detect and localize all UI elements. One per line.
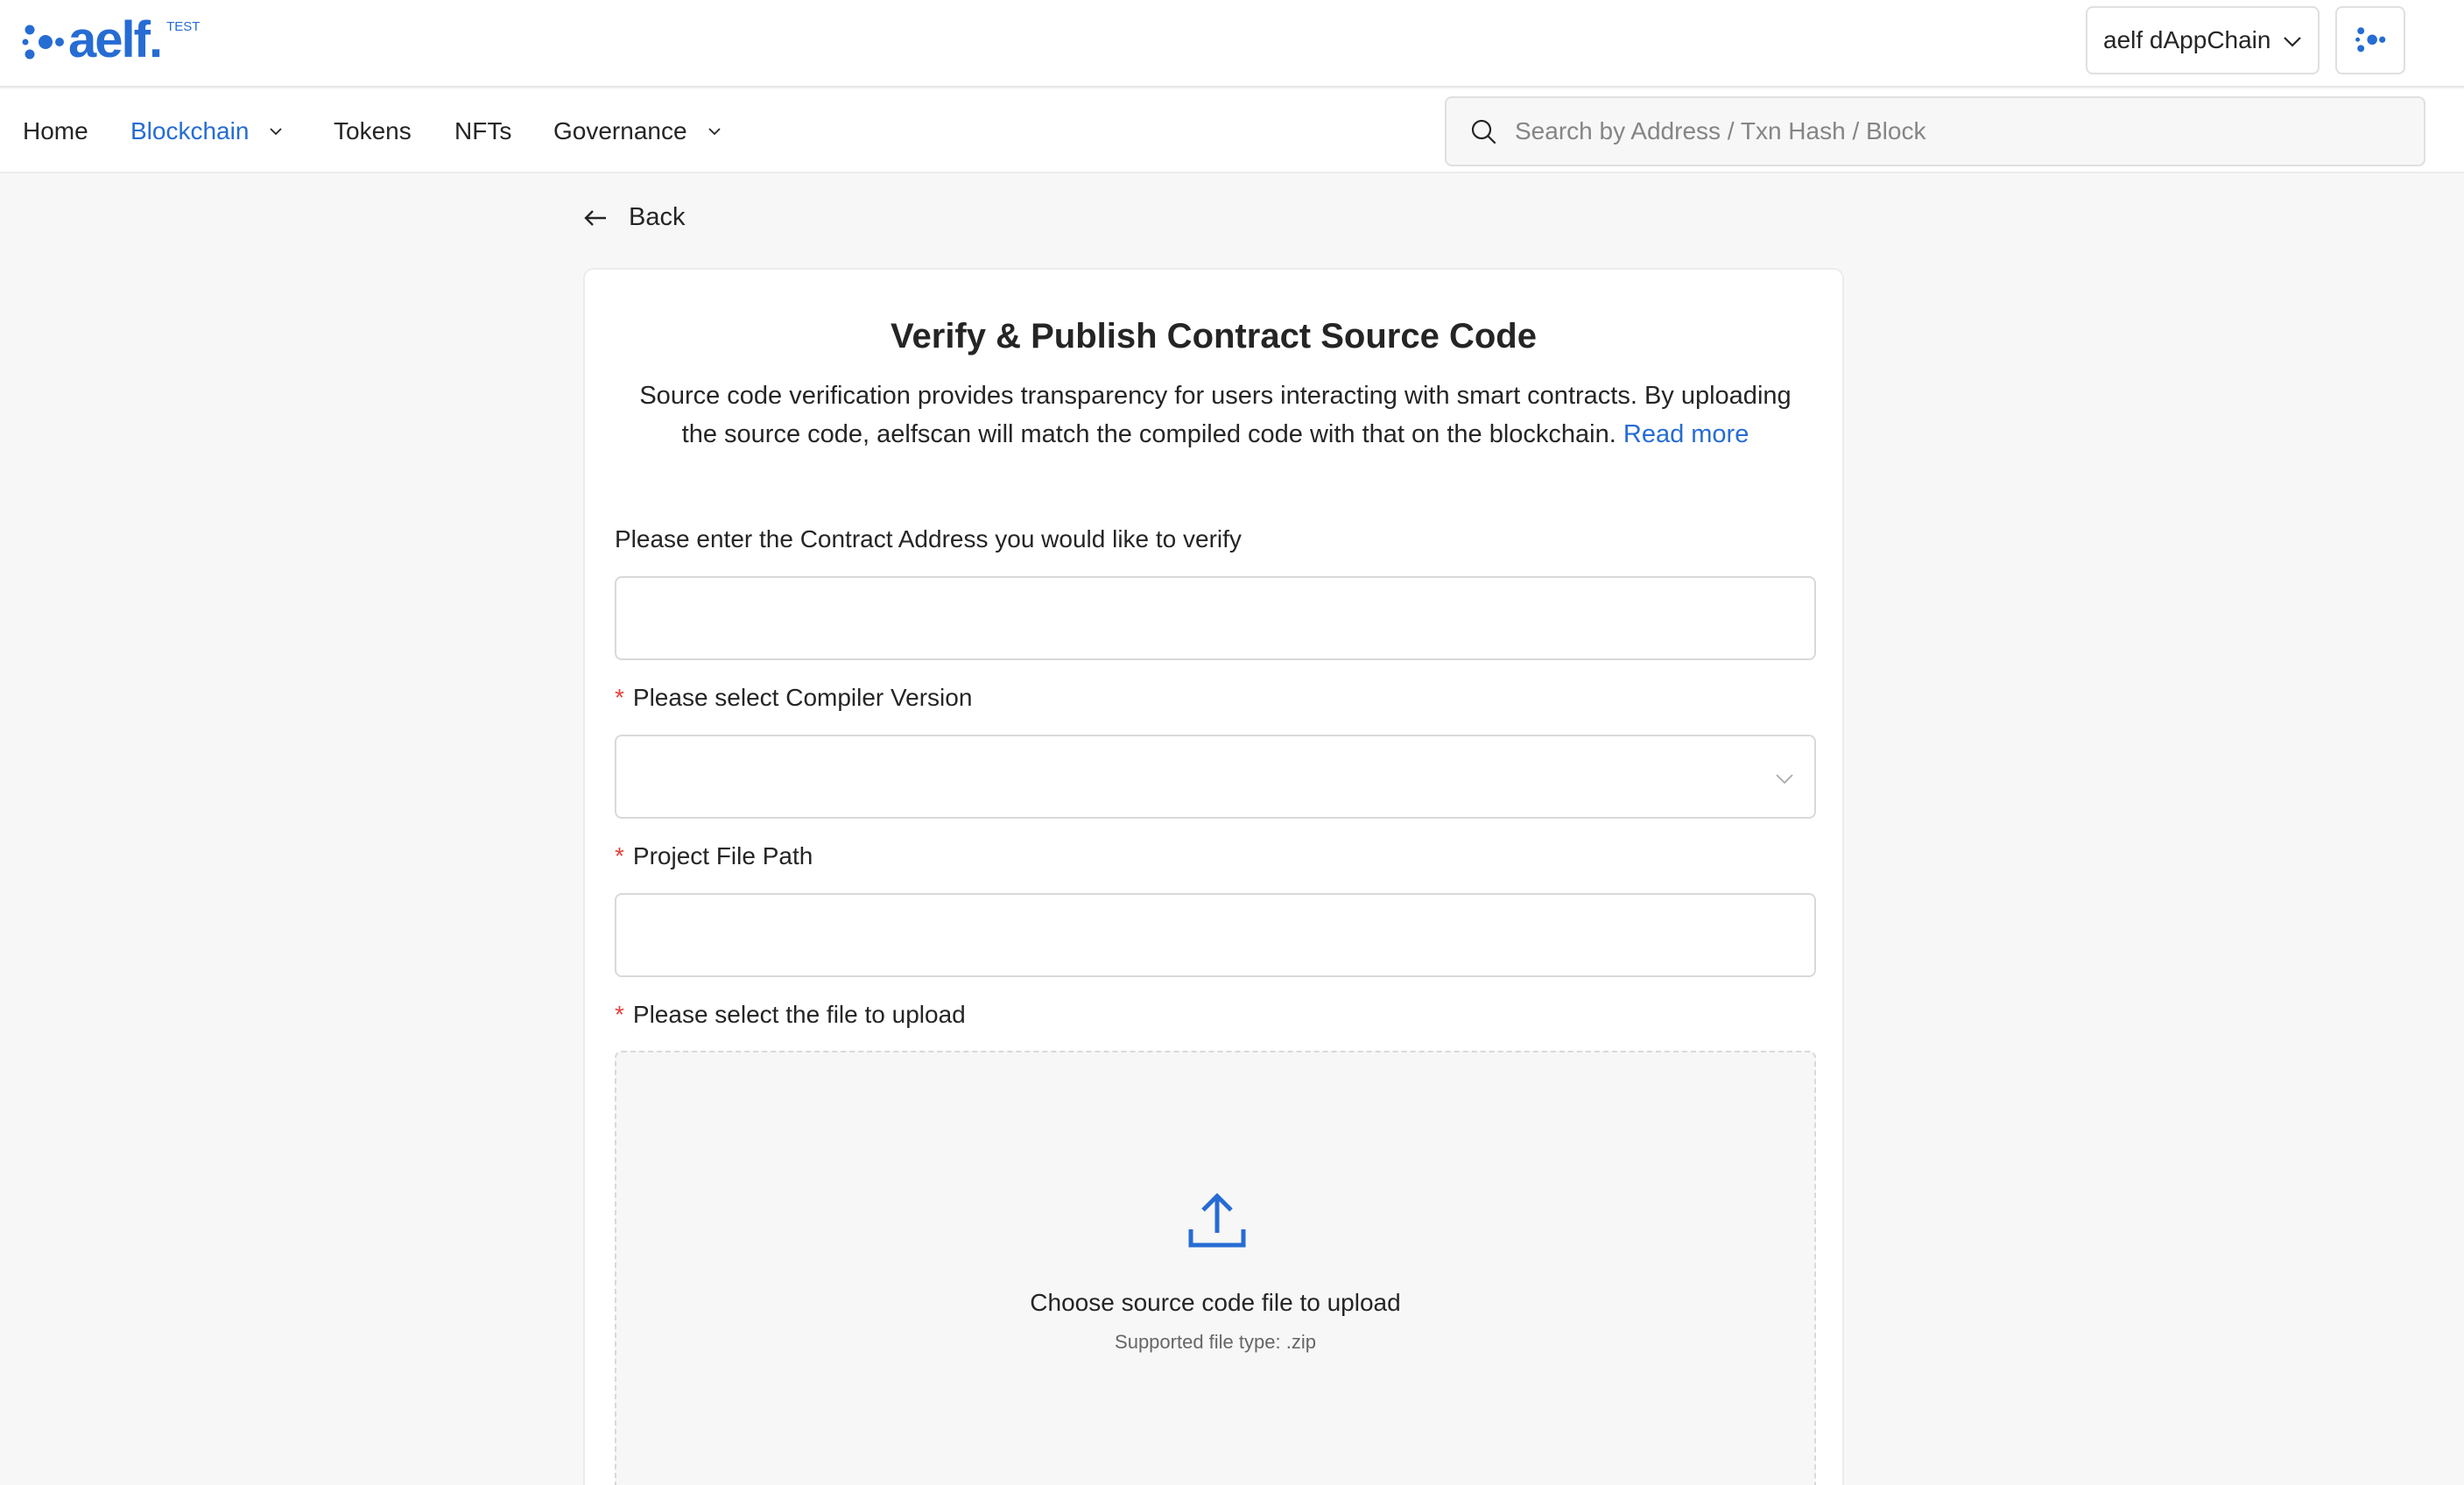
search-bar: [1445, 96, 2425, 166]
file-upload-label-text: Please select the file to upload: [632, 1001, 966, 1028]
contract-address-label-text: Please enter the Contract Address you wo…: [615, 525, 1242, 552]
nav-blockchain-label: Blockchain: [130, 117, 250, 144]
search-icon: [1471, 119, 1496, 144]
project-path-label: * Project File Path: [615, 842, 813, 870]
compiler-version-label: * Please select Compiler Version: [615, 684, 972, 712]
aelf-logo-mark-icon: [22, 25, 64, 60]
network-menu-button[interactable]: [2335, 6, 2405, 74]
search-input[interactable]: [1515, 117, 2424, 145]
compiler-version-label-text: Please select Compiler Version: [632, 684, 973, 711]
nav-home-label: Home: [23, 117, 88, 144]
logo-text: aelf.: [68, 11, 163, 68]
required-mark: *: [615, 1001, 624, 1028]
back-button[interactable]: Back: [583, 203, 685, 232]
compiler-version-select[interactable]: [615, 735, 1816, 819]
project-path-field: [615, 893, 1816, 977]
testnet-tag: TEST: [166, 19, 201, 34]
arrow-left-icon: [584, 209, 606, 226]
required-mark: *: [615, 842, 624, 869]
contract-address-field: [615, 576, 1816, 660]
back-label: Back: [629, 203, 686, 231]
project-path-label-text: Project File Path: [632, 842, 813, 869]
nav-tokens[interactable]: Tokens: [334, 116, 412, 147]
verify-contract-card: Verify & Publish Contract Source Code So…: [583, 268, 1844, 1485]
main-nav: Home Blockchain Tokens NFTs Governance: [0, 89, 2464, 173]
nav-governance[interactable]: Governance: [553, 116, 722, 147]
nav-nfts-label: NFTs: [454, 117, 512, 144]
chain-selector-label: aelf dAppChain: [2103, 26, 2271, 53]
read-more-link[interactable]: Read more: [1623, 420, 1749, 448]
aelf-network-icon: [2355, 27, 2386, 53]
contract-address-label: Please enter the Contract Address you wo…: [615, 525, 1242, 553]
aelf-logo[interactable]: aelf. TEST: [21, 11, 201, 68]
nav-tokens-label: Tokens: [334, 117, 412, 144]
nav-governance-label: Governance: [553, 117, 687, 144]
nav-home[interactable]: Home: [23, 116, 88, 147]
upload-hint: Supported file type: .zip: [1115, 1331, 1316, 1353]
project-path-input[interactable]: [616, 895, 1814, 975]
file-upload-dropzone[interactable]: Choose source code file to upload Suppor…: [615, 1051, 1816, 1485]
upload-title: Choose source code file to upload: [1030, 1289, 1401, 1316]
nav-blockchain[interactable]: Blockchain: [130, 116, 284, 147]
page-description: Source code verification provides transp…: [620, 377, 1811, 454]
required-mark: *: [615, 684, 624, 711]
chevron-down-icon: [270, 128, 283, 136]
chevron-down-icon: [708, 128, 721, 136]
chevron-down-icon: [2284, 37, 2301, 47]
upload-icon: [1188, 1193, 1246, 1248]
page-title: Verify & Publish Contract Source Code: [891, 317, 1537, 355]
chevron-down-icon: [1776, 774, 1793, 785]
chain-selector[interactable]: aelf dAppChain: [2086, 6, 2320, 74]
top-header: aelf. TEST aelf dAppChain: [0, 0, 2464, 88]
file-upload-label: * Please select the file to upload: [615, 1001, 966, 1029]
nav-nfts[interactable]: NFTs: [454, 116, 511, 147]
description-text: Source code verification provides transp…: [639, 382, 1792, 448]
contract-address-input[interactable]: [616, 578, 1814, 658]
